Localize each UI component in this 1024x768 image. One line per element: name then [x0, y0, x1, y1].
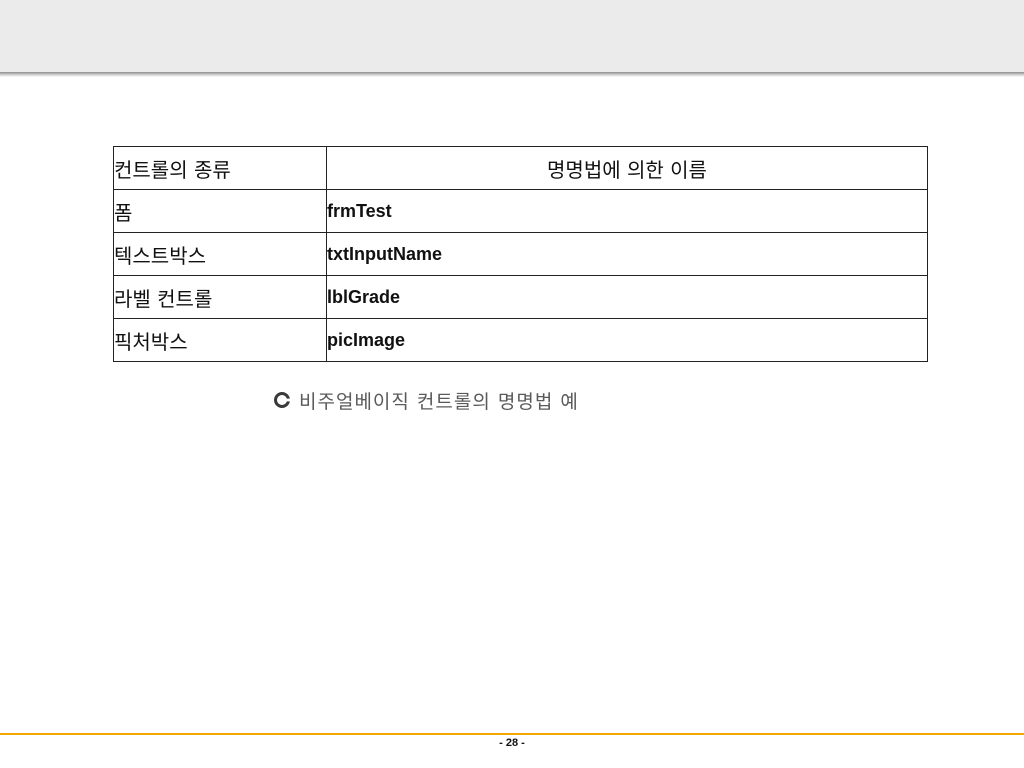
caption-text: 비주얼베이직 컨트롤의 명명법 예: [299, 390, 579, 413]
table-row: 텍스트박스 txtInputName: [113, 232, 928, 276]
control-kind-cell: 텍스트박스: [113, 232, 327, 276]
header-shadow: [0, 72, 1024, 77]
slide: 컨트롤의 종류 명명법에 의한 이름 폼 frmTest 텍스트박스 txtIn…: [0, 0, 1024, 768]
c-bullet-icon: [273, 391, 291, 409]
control-kind-cell: 픽처박스: [113, 318, 327, 362]
control-name-cell: txtInputName: [326, 232, 928, 276]
table-row: 픽처박스 picImage: [113, 318, 928, 362]
control-name-cell: lblGrade: [326, 275, 928, 319]
table-header-row: 컨트롤의 종류 명명법에 의한 이름: [113, 146, 928, 190]
control-name-cell: picImage: [326, 318, 928, 362]
column-header-naming-name: 명명법에 의한 이름: [326, 146, 928, 190]
naming-convention-table: 컨트롤의 종류 명명법에 의한 이름 폼 frmTest 텍스트박스 txtIn…: [113, 146, 928, 362]
header-band: [0, 0, 1024, 72]
table-row: 폼 frmTest: [113, 189, 928, 233]
table-caption: 비주얼베이직 컨트롤의 명명법 예: [273, 386, 579, 414]
control-name-cell: frmTest: [326, 189, 928, 233]
table-row: 라벨 컨트롤 lblGrade: [113, 275, 928, 319]
column-header-control-kind: 컨트롤의 종류: [113, 146, 327, 190]
page-number: - 28 -: [499, 737, 525, 749]
control-kind-cell: 라벨 컨트롤: [113, 275, 327, 319]
footer-divider: [0, 733, 1024, 735]
control-kind-cell: 폼: [113, 189, 327, 233]
